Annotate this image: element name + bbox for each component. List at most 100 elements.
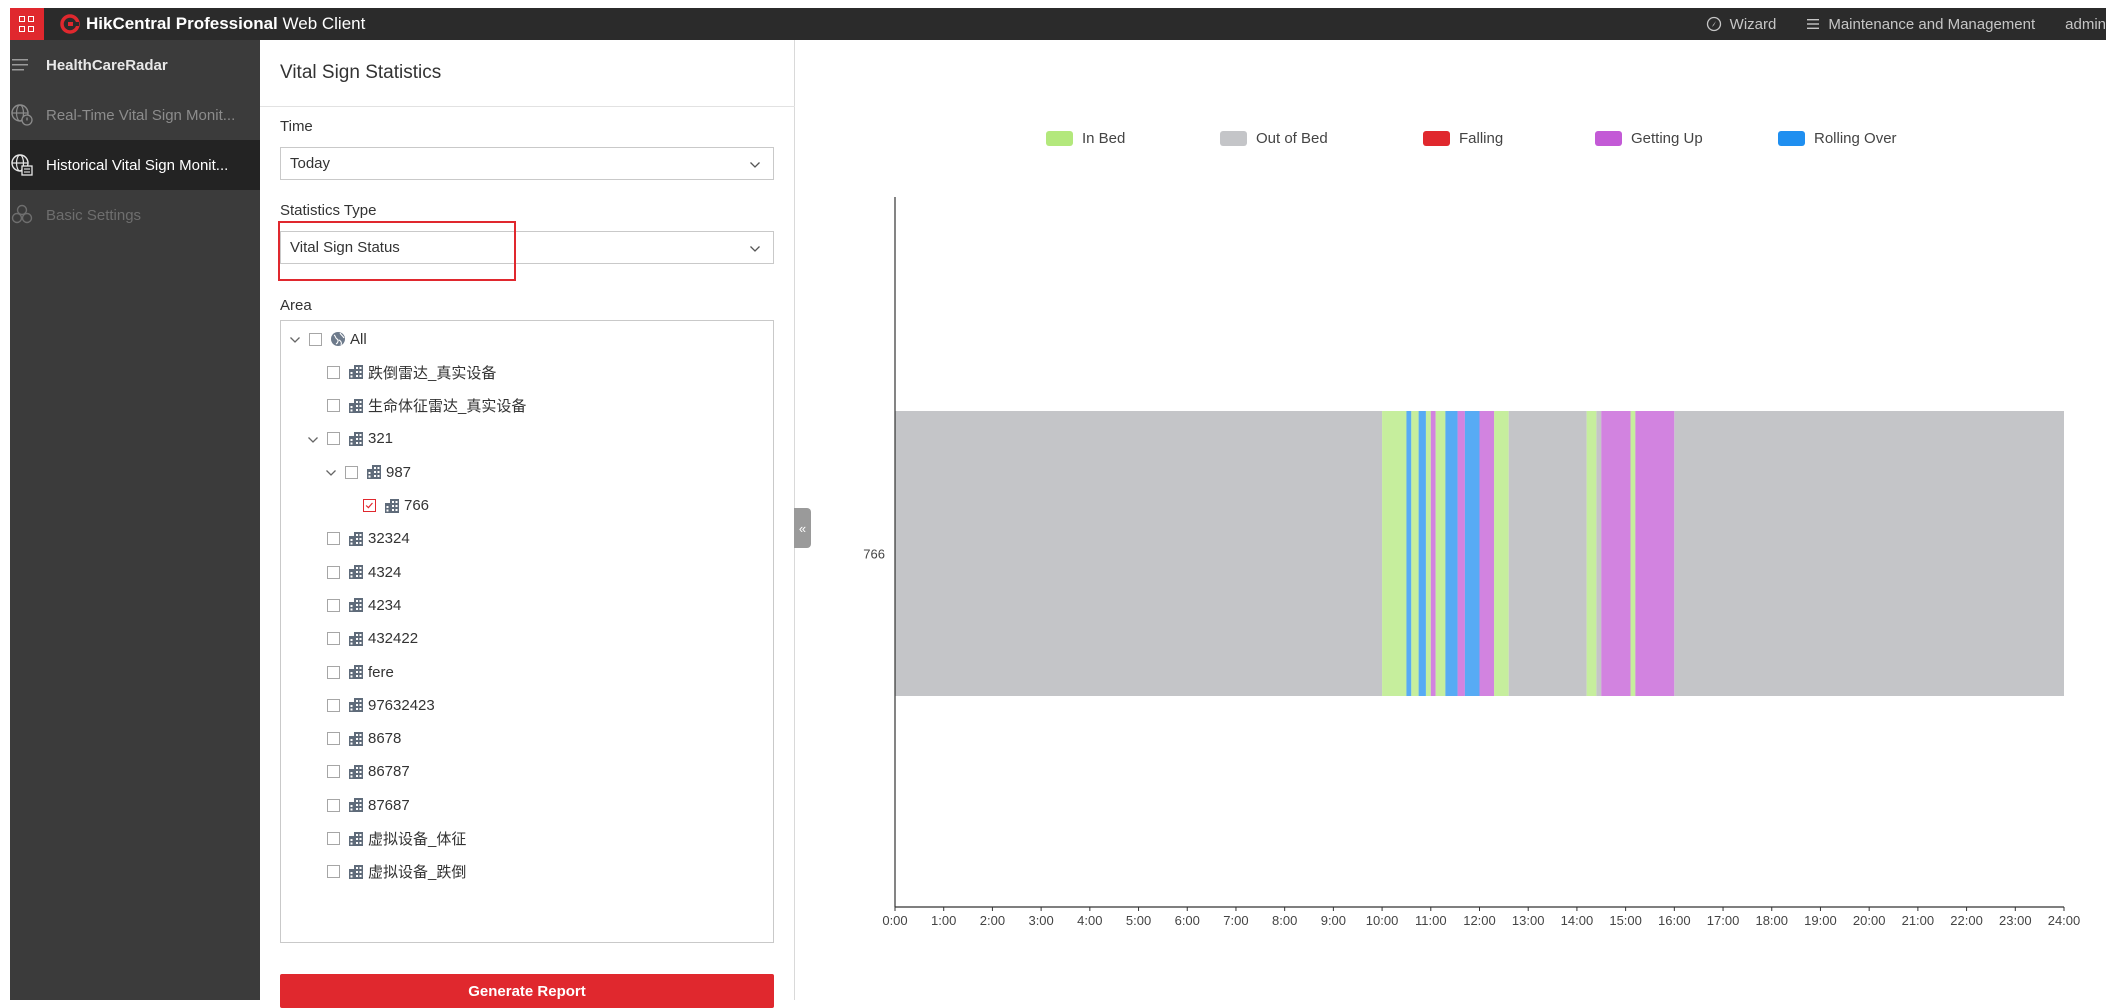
wizard-link[interactable]: Wizard (1706, 15, 1777, 33)
tree-checkbox[interactable] (327, 698, 340, 712)
tree-checkbox[interactable] (327, 798, 340, 812)
tree-checkbox[interactable] (327, 765, 340, 779)
tree-checkbox[interactable] (327, 532, 340, 546)
sidebar-item-realtime[interactable]: Real-Time Vital Sign Monit... (10, 90, 260, 140)
wizard-label: Wizard (1729, 15, 1777, 33)
timeline-segment[interactable] (1586, 411, 1597, 696)
tree-node[interactable]: 跌倒雷达_真实设备 (307, 361, 496, 383)
timeline-segment[interactable] (1430, 411, 1436, 696)
sidebar-item-healthcareradar[interactable]: HealthCareRadar (10, 40, 260, 90)
tree-checkbox[interactable] (327, 598, 340, 612)
tree-checkbox[interactable] (327, 865, 340, 879)
tree-checkbox[interactable] (327, 399, 340, 413)
tree-node[interactable]: 87687 (307, 794, 410, 816)
timeline-segment[interactable] (1418, 411, 1426, 696)
timeline-segment[interactable] (1382, 411, 1407, 696)
maintenance-link[interactable]: Maintenance and Management (1806, 16, 2035, 33)
divider (260, 106, 795, 107)
tree-node[interactable]: 生命体征雷达_真实设备 (307, 395, 526, 417)
tree-node-label: 32324 (368, 530, 410, 548)
tree-node[interactable]: 97632423 (307, 694, 435, 716)
timeline-segment[interactable] (1479, 411, 1495, 696)
tree-checkbox[interactable] (327, 432, 340, 446)
sidebar: HealthCareRadar Real-Time Vital Sign Mon… (10, 40, 260, 1000)
tree-node[interactable]: 4324 (307, 561, 401, 583)
tree-checkbox[interactable] (309, 332, 322, 346)
collapse-panel-button[interactable]: « (794, 508, 811, 548)
user-menu[interactable]: admin (2065, 16, 2106, 33)
timeline-segment[interactable] (1630, 411, 1636, 696)
tree-node[interactable]: All (289, 328, 367, 350)
x-tick-label: 7:00 (1223, 913, 1248, 928)
tree-checkbox[interactable] (345, 465, 358, 479)
tree-node[interactable]: 虚拟设备_体征 (307, 828, 466, 850)
timeline-segment[interactable] (1596, 411, 1602, 696)
sidebar-item-label: Basic Settings (46, 206, 142, 224)
generate-report-button[interactable]: Generate Report (280, 974, 774, 1008)
timeline-segment[interactable] (1601, 411, 1631, 696)
tree-node-label: 86787 (368, 763, 410, 781)
time-select[interactable]: Today (280, 147, 774, 180)
list-icon (1807, 19, 1820, 29)
timeline-segment[interactable] (1406, 411, 1412, 696)
tree-node-label: 虚拟设备_跌倒 (368, 864, 467, 882)
timeline-segment[interactable] (1411, 411, 1419, 696)
menu-icon (12, 59, 28, 71)
timeline-segment[interactable] (1674, 411, 2064, 696)
tree-node[interactable]: 766 (343, 495, 429, 517)
x-tick-label: 4:00 (1077, 913, 1102, 928)
tree-checkbox[interactable] (363, 499, 376, 512)
timeline-segment[interactable] (1635, 411, 1675, 696)
area-tree: All 跌倒雷达_真实设备生命体征雷达_真实设备 321 987 766 32324 432… (280, 320, 774, 943)
tree-checkbox[interactable] (327, 832, 340, 845)
tree-node[interactable]: fere (307, 661, 394, 683)
tree-checkbox[interactable] (327, 365, 340, 379)
tree-node[interactable]: 4234 (307, 594, 401, 616)
tree-node-label: 生命体征雷达_真实设备 (368, 398, 527, 416)
sidebar-item-basic-settings[interactable]: Basic Settings (10, 190, 260, 240)
tree-checkbox[interactable] (327, 732, 340, 746)
building-icon (348, 864, 364, 880)
tree-node[interactable]: 86787 (307, 761, 410, 783)
tree-node[interactable]: 321 (307, 428, 393, 450)
timeline-segment[interactable] (1508, 411, 1587, 696)
chevron-down-icon (750, 162, 760, 168)
chevron-down-icon[interactable] (289, 333, 301, 345)
timeline-segment[interactable] (1425, 411, 1431, 696)
x-tick-label: 12:00 (1463, 913, 1496, 928)
x-tick-label: 10:00 (1366, 913, 1399, 928)
panel-title: Vital Sign Statistics (280, 62, 442, 83)
tree-checkbox[interactable] (327, 632, 340, 646)
app-grid-button[interactable] (10, 8, 44, 40)
building-icon (348, 531, 364, 547)
timeline-segment[interactable] (1435, 411, 1446, 696)
tree-node-label: 766 (404, 497, 430, 514)
building-icon (384, 498, 400, 514)
tree-node[interactable]: 987 (325, 461, 411, 483)
timeline-segment[interactable] (1464, 411, 1480, 696)
tree-node[interactable]: 8678 (307, 728, 401, 750)
tree-node[interactable]: 虚拟设备_跌倒 (307, 861, 466, 883)
timeline-segment[interactable] (895, 411, 1383, 696)
building-icon (366, 464, 382, 480)
x-tick-label: 1:00 (931, 913, 956, 928)
statistics-type-select[interactable]: Vital Sign Status (280, 231, 774, 264)
timeline-segment[interactable] (1457, 411, 1465, 696)
chevron-down-icon[interactable] (325, 466, 337, 478)
tree-checkbox[interactable] (327, 565, 340, 579)
checkmark-icon (365, 502, 373, 509)
timeline-segment[interactable] (1445, 411, 1458, 696)
tree-node[interactable]: 432422 (307, 628, 418, 650)
chevron-down-icon[interactable] (307, 433, 319, 445)
timeline-segment[interactable] (1494, 411, 1509, 696)
sidebar-item-label: Real-Time Vital Sign Monit... (46, 106, 236, 124)
sidebar-item-historical[interactable]: Historical Vital Sign Monit... (10, 140, 260, 190)
tree-checkbox[interactable] (327, 665, 340, 679)
tree-node-label: 4234 (368, 596, 402, 614)
tree-node[interactable]: 32324 (307, 528, 410, 550)
